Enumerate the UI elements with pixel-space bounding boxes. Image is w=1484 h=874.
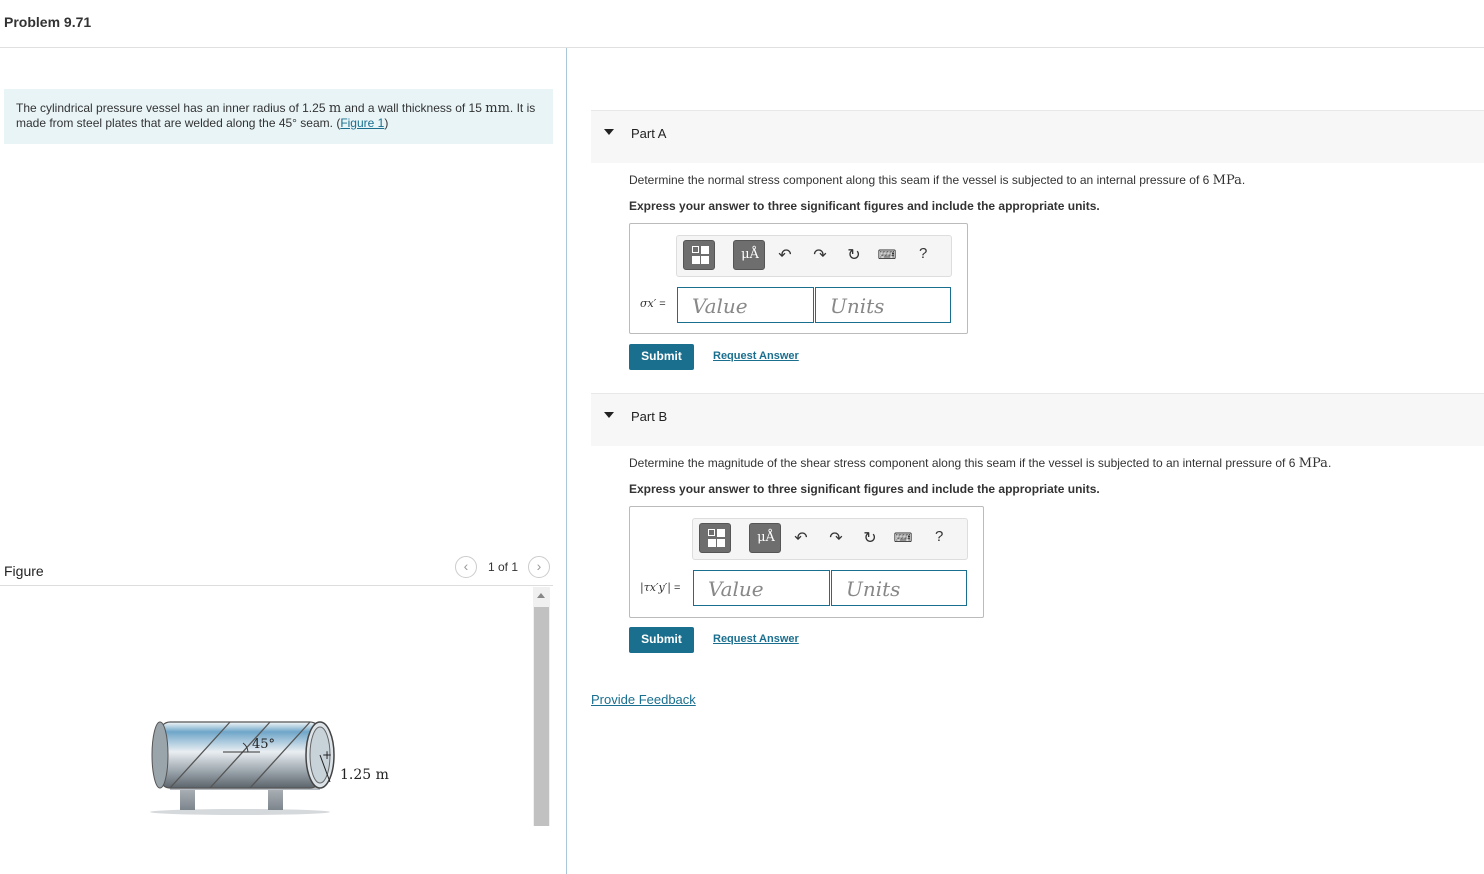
svg-text:+: +	[322, 748, 332, 762]
template-button[interactable]	[683, 240, 715, 270]
next-figure-button[interactable]: ›	[528, 556, 550, 578]
part-b-answer-box: μÅ ↶ ↷ ↻ ⌨ ? |τx′y′| = Value Units	[629, 506, 984, 618]
undo-icon[interactable]: ↶	[775, 245, 795, 265]
problem-text: and a wall thickness of 15	[341, 101, 486, 115]
equals-sign: =	[670, 582, 681, 594]
request-answer-link[interactable]: Request Answer	[713, 633, 799, 645]
part-a-header[interactable]: Part A	[591, 110, 1484, 163]
problem-text: The cylindrical pressure vessel has an i…	[16, 101, 329, 115]
var-symbol: |τx′y′|	[640, 581, 671, 594]
value-input[interactable]: Value	[677, 287, 814, 323]
part-a-question: Determine the normal stress component al…	[629, 173, 1245, 188]
part-b-instruction: Express your answer to three significant…	[629, 482, 1100, 496]
template-button[interactable]	[699, 523, 731, 553]
var-symbol: σx′	[640, 297, 657, 310]
submit-button[interactable]: Submit	[629, 627, 694, 653]
keyboard-icon[interactable]: ⌨	[877, 247, 897, 263]
help-icon[interactable]: ?	[935, 528, 943, 545]
question-text: Determine the magnitude of the shear str…	[629, 456, 1299, 470]
units-input[interactable]: Units	[831, 570, 967, 606]
figure-link[interactable]: Figure 1	[340, 116, 384, 130]
variable-label: σx′ =	[640, 297, 666, 310]
request-answer-link[interactable]: Request Answer	[713, 350, 799, 362]
units-input[interactable]: Units	[815, 287, 951, 323]
part-a-answer-box: μÅ ↶ ↷ ↻ ⌨ ? σx′ = Value Units	[629, 223, 968, 334]
units-button[interactable]: μÅ	[749, 523, 781, 553]
figure-header: Figure ‹ 1 of 1 ›	[0, 556, 553, 586]
part-a-instruction: Express your answer to three significant…	[629, 199, 1100, 213]
help-icon[interactable]: ?	[919, 245, 927, 262]
redo-icon[interactable]: ↷	[810, 245, 830, 265]
part-b-header[interactable]: Part B	[591, 393, 1484, 446]
collapse-caret-icon[interactable]	[604, 129, 614, 135]
unit-mpa: MPa	[1212, 173, 1242, 188]
equals-sign: =	[656, 298, 666, 310]
problem-statement: The cylindrical pressure vessel has an i…	[4, 89, 553, 144]
top-bar: Problem 9.71	[0, 0, 1484, 48]
scroll-up-icon[interactable]	[537, 593, 545, 598]
question-text: .	[1327, 456, 1332, 470]
mu-label: μÅ	[741, 247, 759, 262]
scroll-thumb[interactable]	[534, 607, 549, 826]
unit-mm: mm	[485, 101, 510, 116]
pressure-vessel-figure: 45° + 1.25 m	[150, 721, 389, 815]
mu-label: μÅ	[757, 530, 775, 545]
math-toolbar: μÅ ↶ ↷ ↻ ⌨ ?	[692, 518, 968, 560]
prev-figure-button[interactable]: ‹	[455, 556, 477, 578]
part-b-question: Determine the magnitude of the shear str…	[629, 456, 1331, 471]
undo-icon[interactable]: ↶	[791, 528, 811, 548]
part-a-title: Part A	[631, 126, 667, 141]
reset-icon[interactable]: ↻	[860, 528, 880, 548]
figure-pager: 1 of 1	[488, 560, 519, 574]
variable-label: |τx′y′| =	[640, 581, 680, 594]
angle-label: 45°	[252, 737, 275, 752]
collapse-caret-icon[interactable]	[604, 412, 614, 418]
units-button[interactable]: μÅ	[733, 240, 765, 270]
submit-button[interactable]: Submit	[629, 344, 694, 370]
panel-divider[interactable]	[566, 48, 567, 874]
keyboard-icon[interactable]: ⌨	[893, 530, 913, 546]
reset-icon[interactable]: ↻	[844, 245, 864, 265]
redo-icon[interactable]: ↷	[826, 528, 846, 548]
question-text: .	[1241, 173, 1246, 187]
page-title: Problem 9.71	[4, 14, 92, 30]
question-text: Determine the normal stress component al…	[629, 173, 1213, 187]
provide-feedback-link[interactable]: Provide Feedback	[591, 692, 696, 707]
figure-label: Figure	[4, 563, 44, 579]
part-b-title: Part B	[631, 409, 668, 424]
math-toolbar: μÅ ↶ ↷ ↻ ⌨ ?	[676, 235, 952, 277]
value-input[interactable]: Value	[693, 570, 830, 606]
radius-label: 1.25 m	[340, 767, 389, 783]
unit-m: m	[328, 101, 342, 116]
figure-scrollbar[interactable]	[533, 587, 550, 826]
problem-text: )	[384, 116, 389, 130]
unit-mpa: MPa	[1298, 456, 1328, 471]
